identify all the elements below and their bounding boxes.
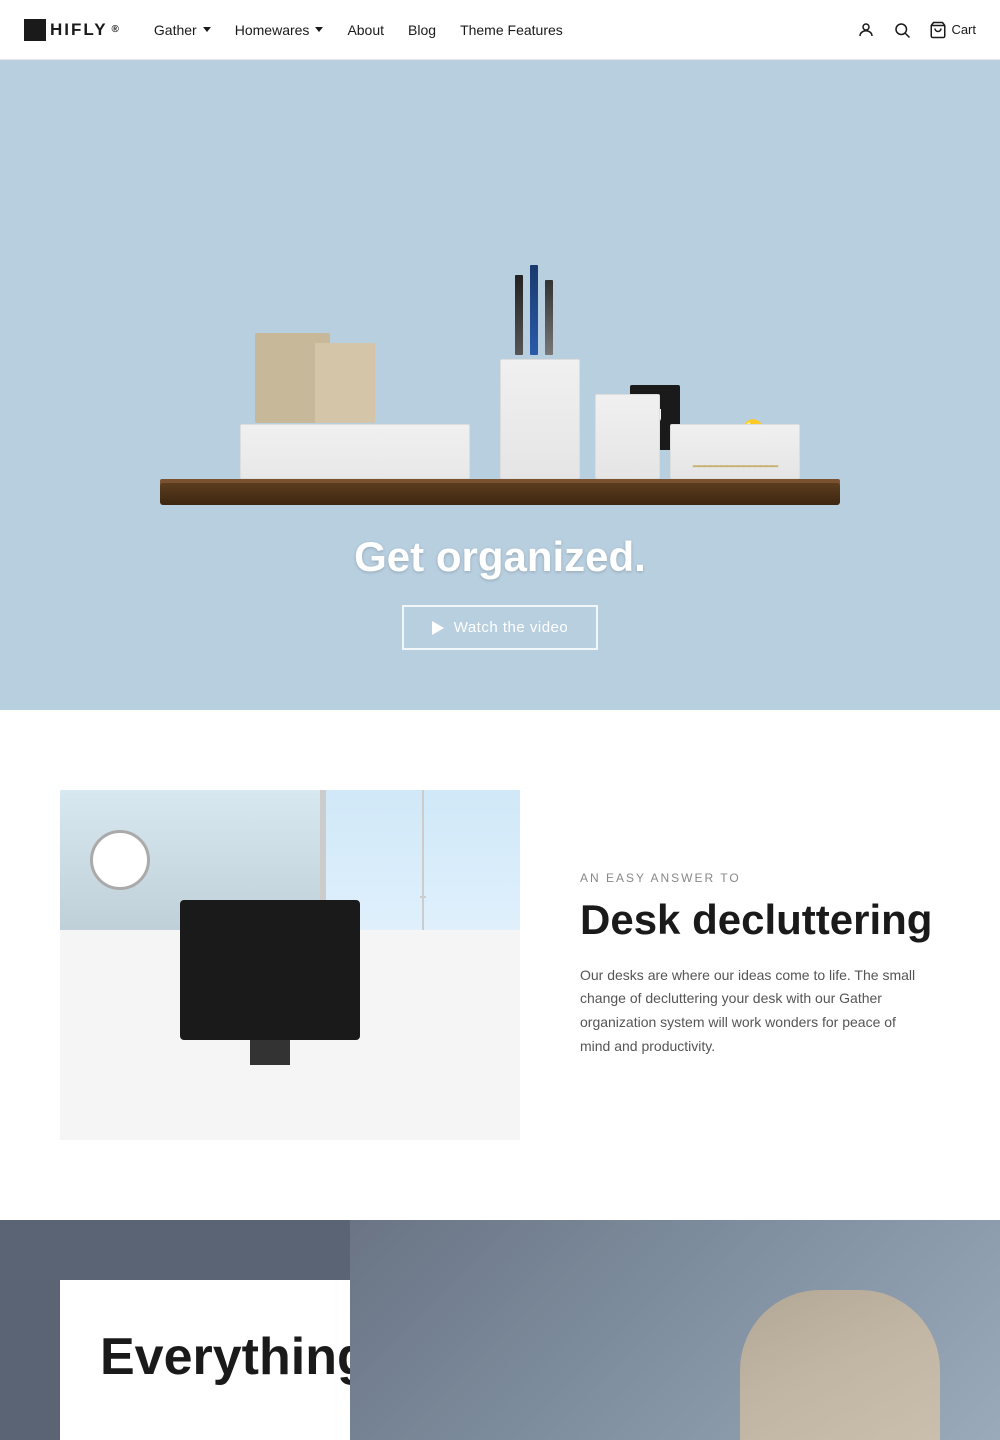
navbar: HIFLY ® Gather Homewares About	[0, 0, 1000, 60]
tray-base	[160, 483, 840, 505]
section-title: Desk decluttering	[580, 897, 940, 943]
logo[interactable]: HIFLY ®	[24, 19, 120, 41]
brand-name: HIFLY	[50, 20, 108, 40]
cart-button[interactable]: Cart	[929, 21, 976, 39]
hero-content: Get organized. Watch the video	[354, 533, 646, 650]
logo-box	[24, 19, 46, 41]
section-eyebrow: AN EASY ANSWER TO	[580, 871, 940, 885]
search-icon	[893, 21, 911, 39]
desk-clock	[90, 830, 150, 890]
nav-link-homewares[interactable]: Homewares	[225, 16, 334, 44]
navbar-left: HIFLY ® Gather Homewares About	[24, 16, 573, 44]
pen-object-2	[530, 265, 538, 355]
nav-link-about[interactable]: About	[337, 16, 394, 44]
everything-title: Everything	[100, 1330, 330, 1385]
nav-item-about[interactable]: About	[337, 16, 394, 44]
desk-section: AN EASY ANSWER TO Desk decluttering Our …	[0, 710, 1000, 1220]
nav-item-theme-features[interactable]: Theme Features	[450, 16, 573, 44]
desk-text: AN EASY ANSWER TO Desk decluttering Our …	[580, 871, 940, 1058]
account-button[interactable]	[857, 21, 875, 39]
everything-section: Everything	[0, 1220, 1000, 1440]
section-body: Our desks are where our ideas come to li…	[580, 964, 920, 1059]
hero-section: U 🔑 ━━━━━━━━━━━━━━━ Get organized. Watch…	[0, 60, 1000, 710]
brand-reg: ®	[112, 24, 120, 35]
watch-video-label: Watch the video	[454, 619, 569, 636]
play-icon	[432, 621, 444, 635]
everything-card: Everything	[60, 1280, 370, 1440]
nav-link-blog[interactable]: Blog	[398, 16, 446, 44]
desk-monitor	[180, 900, 360, 1040]
watch-video-button[interactable]: Watch the video	[402, 605, 599, 650]
chevron-down-icon	[203, 27, 211, 32]
compartment-long	[240, 424, 470, 479]
organizer-illustration: U 🔑 ━━━━━━━━━━━━━━━	[140, 175, 860, 505]
nav-link-theme-features[interactable]: Theme Features	[450, 16, 573, 44]
hero-title: Get organized.	[354, 533, 646, 581]
nav-item-gather[interactable]: Gather	[144, 16, 221, 44]
compartment-tall	[500, 359, 580, 479]
pen-object-3	[545, 280, 553, 355]
card-object	[315, 343, 375, 423]
paperclips-object: ━━━━━━━━━━━━━━━	[675, 460, 795, 473]
cart-label: Cart	[951, 22, 976, 37]
desk-image	[60, 790, 520, 1140]
everything-bg-shape	[350, 1220, 1000, 1440]
person-icon	[857, 21, 875, 39]
pen-object-1	[515, 275, 523, 355]
chevron-down-icon	[315, 27, 323, 32]
cart-icon	[929, 21, 947, 39]
hero-image-area: U 🔑 ━━━━━━━━━━━━━━━	[0, 60, 1000, 590]
nav-links: Gather Homewares About Blog	[144, 16, 573, 44]
nav-item-homewares[interactable]: Homewares	[225, 16, 334, 44]
hand-shape	[740, 1290, 940, 1440]
compartment-mid	[595, 394, 660, 479]
nav-item-blog[interactable]: Blog	[398, 16, 446, 44]
search-button[interactable]	[893, 21, 911, 39]
navbar-right: Cart	[857, 21, 976, 39]
nav-link-gather[interactable]: Gather	[144, 16, 221, 44]
